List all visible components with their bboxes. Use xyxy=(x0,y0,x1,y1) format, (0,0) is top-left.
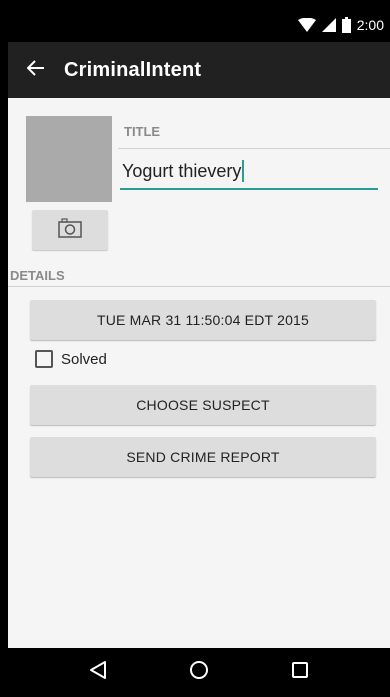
camera-icon xyxy=(58,217,82,243)
back-triangle-icon xyxy=(89,660,107,685)
nav-recents-button[interactable] xyxy=(275,653,325,693)
solved-label: Solved xyxy=(61,350,107,368)
text-caret xyxy=(242,160,245,182)
home-circle-icon xyxy=(189,660,209,685)
phone-frame: 2:00 CriminalIntent TITLE Yogurt thiever… xyxy=(0,0,390,697)
choose-suspect-button[interactable]: CHOOSE SUSPECT xyxy=(30,385,376,425)
signal-icon xyxy=(321,18,336,32)
title-label: TITLE xyxy=(124,124,161,139)
arrow-back-icon xyxy=(26,59,45,81)
nav-home-button[interactable] xyxy=(174,653,224,693)
status-time: 2:00 xyxy=(356,17,384,33)
app-bar: CriminalIntent xyxy=(8,42,390,98)
status-bar: 2:00 xyxy=(8,8,390,42)
send-crime-report-button[interactable]: SEND CRIME REPORT xyxy=(30,437,376,477)
recents-square-icon xyxy=(291,661,309,684)
battery-icon xyxy=(341,17,351,33)
status-icons: 2:00 xyxy=(297,8,384,42)
crime-title-value: Yogurt thievery xyxy=(122,160,242,181)
crime-title-input[interactable]: Yogurt thievery xyxy=(120,154,378,190)
back-button[interactable] xyxy=(8,42,64,98)
crime-date-button[interactable]: TUE MAR 31 11:50:04 EDT 2015 xyxy=(30,300,376,340)
crime-detail-content: TITLE Yogurt thievery DETAILS TUE MAR 31… xyxy=(8,98,390,648)
app-title: CriminalIntent xyxy=(64,58,202,81)
wifi-icon xyxy=(297,18,316,32)
details-divider xyxy=(8,286,390,287)
title-divider xyxy=(118,148,390,149)
crime-photo xyxy=(26,116,112,202)
camera-button[interactable] xyxy=(32,210,108,250)
solved-checkbox[interactable] xyxy=(35,350,53,368)
details-label: DETAILS xyxy=(10,268,65,283)
solved-checkbox-row[interactable]: Solved xyxy=(35,350,107,368)
nav-back-button[interactable] xyxy=(73,653,123,693)
navigation-bar xyxy=(8,648,390,697)
